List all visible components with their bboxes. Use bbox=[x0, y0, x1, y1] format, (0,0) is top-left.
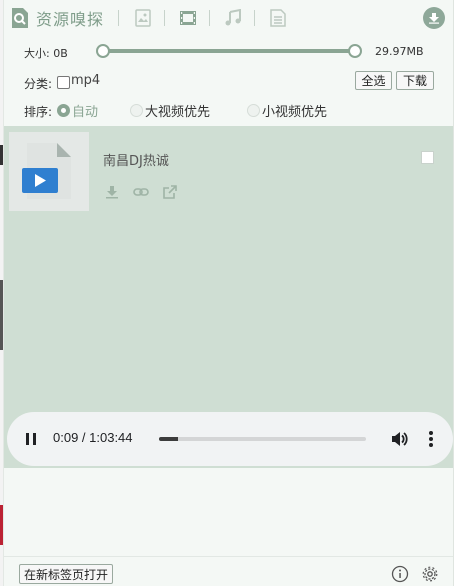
category-mp4-checkbox[interactable] bbox=[57, 76, 70, 89]
divider bbox=[164, 10, 165, 26]
sort-auto-radio[interactable] bbox=[57, 104, 70, 117]
divider bbox=[209, 10, 210, 26]
size-max-label: 29.97MB bbox=[375, 45, 424, 58]
item-select-checkbox[interactable] bbox=[421, 151, 434, 164]
resource-list: 南昌DJ热诚 0:09 / 1:03:44 bbox=[4, 126, 453, 468]
video-tab-icon[interactable] bbox=[177, 7, 199, 29]
category-mp4-label: mp4 bbox=[71, 73, 101, 88]
sort-label: 排序: bbox=[24, 105, 53, 119]
resource-sniffer-popup: 资源嗅探 大小: 0B 29.97MB 分类: mp4 全选 下载 排序: 自动… bbox=[3, 0, 454, 586]
seek-bar[interactable] bbox=[159, 437, 366, 441]
copy-link-icon[interactable] bbox=[132, 183, 150, 201]
divider bbox=[118, 10, 119, 26]
download-icon[interactable] bbox=[103, 183, 121, 201]
item-title: 南昌DJ热诚 bbox=[103, 154, 169, 169]
size-range-slider[interactable] bbox=[103, 49, 355, 53]
size-range-min-handle[interactable] bbox=[96, 44, 110, 58]
more-options-icon[interactable] bbox=[424, 429, 438, 449]
select-all-button[interactable]: 全选 bbox=[355, 71, 392, 90]
open-in-new-tab-button[interactable]: 在新标签页打开 bbox=[19, 564, 114, 584]
image-tab-icon[interactable] bbox=[132, 7, 154, 29]
settings-gear-icon[interactable] bbox=[421, 565, 439, 583]
app-logo-icon bbox=[10, 7, 30, 29]
pause-icon[interactable] bbox=[22, 431, 40, 447]
sort-auto-label: 自动 bbox=[72, 105, 99, 120]
size-range-max-handle[interactable] bbox=[348, 44, 362, 58]
sort-large-first-label: 大视频优先 bbox=[145, 105, 211, 120]
size-label: 大小: 0B bbox=[24, 47, 68, 60]
category-label: 分类: bbox=[24, 77, 53, 91]
sort-small-first-label: 小视频优先 bbox=[262, 105, 328, 120]
open-external-icon[interactable] bbox=[161, 183, 179, 201]
download-button[interactable]: 下载 bbox=[396, 71, 434, 90]
footer-divider bbox=[4, 556, 453, 557]
header: 资源嗅探 bbox=[4, 0, 453, 36]
document-tab-icon[interactable] bbox=[267, 7, 289, 29]
music-tab-icon[interactable] bbox=[222, 7, 244, 29]
download-all-icon[interactable] bbox=[423, 7, 445, 29]
info-icon[interactable] bbox=[391, 565, 409, 583]
video-file-thumbnail bbox=[9, 132, 89, 211]
playback-time: 0:09 / 1:03:44 bbox=[53, 430, 133, 445]
seek-progress bbox=[159, 437, 178, 441]
sort-small-first-radio[interactable] bbox=[247, 104, 260, 117]
app-title: 资源嗅探 bbox=[36, 10, 105, 29]
sort-large-first-radio[interactable] bbox=[130, 104, 143, 117]
divider bbox=[254, 10, 255, 26]
volume-icon[interactable] bbox=[389, 429, 409, 449]
audio-player: 0:09 / 1:03:44 bbox=[7, 412, 453, 466]
filter-panel: 大小: 0B 29.97MB 分类: mp4 全选 下载 排序: 自动 大视频优… bbox=[4, 36, 453, 126]
